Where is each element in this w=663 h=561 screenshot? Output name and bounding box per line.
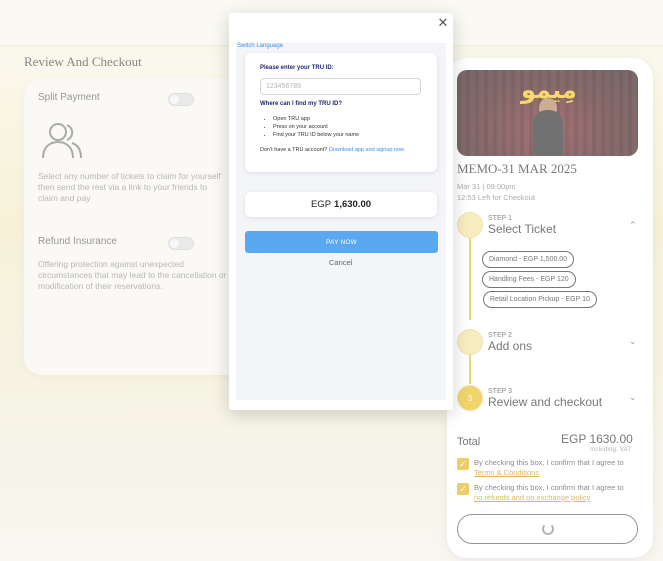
pay-now-button[interactable]: PAY NOW [245, 231, 438, 253]
no-account-question: Don't have a TRU account? [260, 147, 328, 153]
tru-id-card: Please enter your TRU ID: Where can I fi… [245, 53, 437, 172]
price-amount: 1,630.00 [334, 199, 372, 210]
price-summary: EGP 1,630.00 [245, 192, 437, 217]
download-app-link[interactable]: Download app and signup now [329, 147, 404, 153]
switch-language-link[interactable]: Switch Language [237, 43, 283, 49]
instruction-item: Find your TRU ID below your name [273, 131, 359, 139]
tru-id-prompt: Please enter your TRU ID: [260, 65, 334, 71]
tru-payment-modal: ✕ Switch Language Please enter your TRU … [229, 13, 453, 410]
tru-id-help-title: Where can I find my TRU ID? [260, 101, 343, 107]
cancel-button[interactable]: Cancel [329, 258, 352, 267]
price-currency: EGP [310, 199, 332, 210]
instruction-item: Open TRU app [273, 115, 359, 123]
tru-id-instructions: Open TRU app Press on your account Find … [273, 115, 359, 139]
no-account-text: Don't have a TRU account? Download app a… [260, 147, 404, 153]
tru-id-input[interactable] [260, 78, 421, 95]
instruction-item: Press on your account [273, 123, 359, 131]
close-icon[interactable]: ✕ [436, 16, 450, 31]
